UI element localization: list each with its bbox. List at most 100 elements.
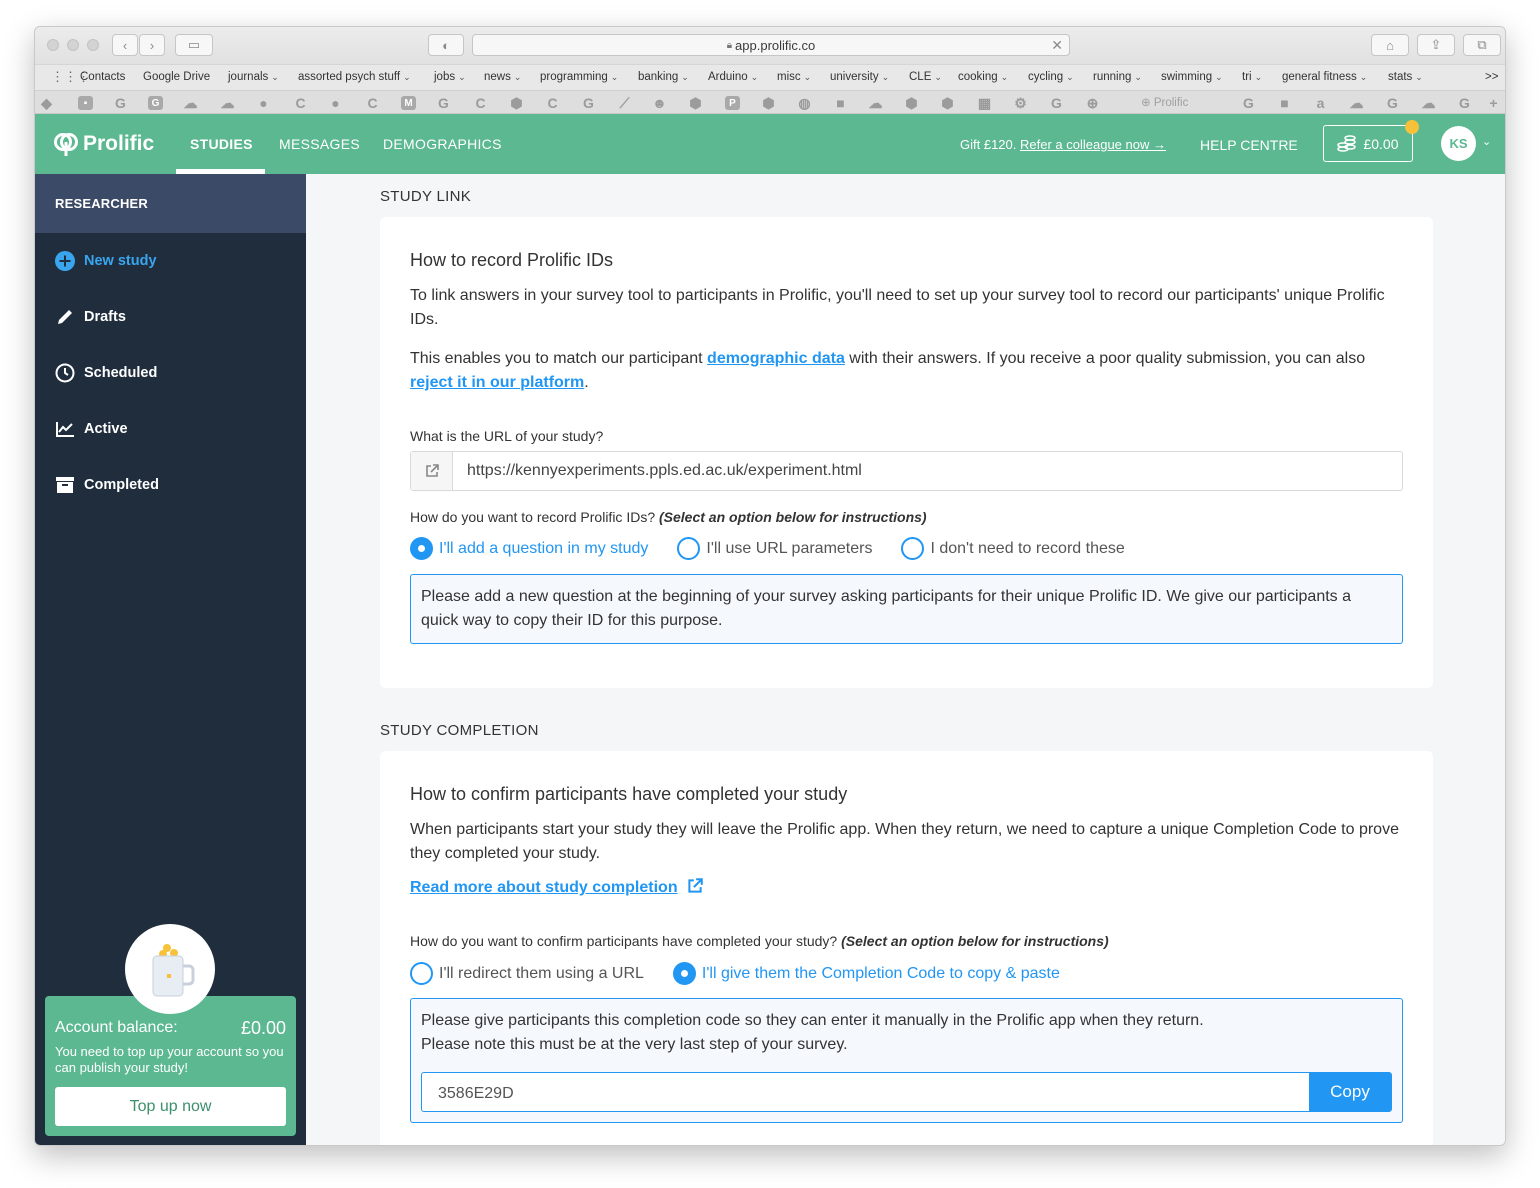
external-link-icon[interactable] — [411, 452, 453, 490]
bookmark-folder[interactable]: programming ⌄ — [540, 71, 618, 83]
reject-platform-link[interactable]: reject it in our platform — [410, 374, 584, 391]
nav-demographics[interactable]: DEMOGRAPHICS — [383, 136, 502, 152]
share-button[interactable]: ⇪ — [1417, 34, 1455, 56]
google-icon[interactable]: G — [113, 95, 128, 111]
study-url-field[interactable]: https://kennyexperiments.ppls.ed.ac.uk/e… — [410, 451, 1403, 491]
balance-button[interactable]: £0.00 — [1323, 125, 1413, 162]
tabs-overview-button[interactable]: ⧉ — [1463, 34, 1501, 56]
c-icon[interactable]: C — [545, 95, 560, 111]
amazon-icon[interactable]: a — [1313, 95, 1328, 111]
cloud-icon[interactable]: ☁ — [868, 95, 883, 111]
google-icon[interactable]: G — [581, 95, 596, 111]
bookmark-folder[interactable]: assorted psych stuff ⌄ — [298, 71, 411, 83]
back-button[interactable]: ‹ — [112, 34, 138, 56]
bookmark-contacts[interactable]: Contacts — [80, 71, 125, 83]
sidebar-toggle-button[interactable]: ▭ — [175, 34, 213, 56]
chevron-down-icon: ⌄ — [513, 72, 522, 82]
bookmark-folder[interactable]: cooking ⌄ — [958, 71, 1008, 83]
bookmark-folder[interactable]: misc ⌄ — [777, 71, 811, 83]
cloud-icon[interactable]: ☁ — [1421, 95, 1436, 111]
sidebar-item-active[interactable]: Active — [55, 418, 128, 440]
p-icon[interactable]: P — [725, 96, 740, 110]
c-icon[interactable]: C — [293, 95, 308, 111]
radio-url-parameters[interactable]: I'll use URL parameters — [677, 537, 872, 560]
bookmark-folder[interactable]: university ⌄ — [830, 71, 889, 83]
github-icon[interactable]: ● — [256, 95, 271, 111]
wand-icon[interactable]: ⟋ — [617, 95, 632, 111]
favicon-icon[interactable]: ▪ — [78, 96, 93, 110]
home-button[interactable]: ⌂ — [1371, 34, 1409, 56]
forward-button[interactable]: › — [139, 34, 165, 56]
radio-redirect-url[interactable]: I'll redirect them using a URL — [410, 962, 644, 985]
flickr-icon[interactable]: ■ — [833, 95, 848, 111]
radio-completion-code[interactable]: I'll give them the Completion Code to co… — [672, 962, 1060, 985]
bookmark-folder[interactable]: Arduino ⌄ — [708, 71, 758, 83]
gear-icon[interactable]: ⚙ — [1013, 95, 1028, 111]
sidebar-item-completed[interactable]: Completed — [55, 474, 159, 496]
chevron-down-icon[interactable]: ⌄ — [1482, 135, 1491, 148]
external-link-icon[interactable] — [686, 877, 704, 895]
help-centre-link[interactable]: HELP CENTRE — [1200, 137, 1298, 153]
bookmark-folder[interactable]: CLE ⌄ — [909, 71, 942, 83]
bookmark-folder[interactable]: jobs ⌄ — [434, 71, 466, 83]
prolific-favorite[interactable]: ⊕ Prolific — [1141, 95, 1188, 109]
nav-studies[interactable]: STUDIES — [190, 136, 253, 152]
sidebar-item-new-study[interactable]: New study — [55, 250, 157, 272]
google-icon[interactable]: G — [1457, 95, 1472, 111]
google-icon[interactable]: G — [1049, 95, 1064, 111]
cloud-icon[interactable]: ☁ — [1349, 95, 1364, 111]
avatar[interactable]: KS — [1441, 126, 1476, 161]
bookmarks-overflow-button[interactable]: >> — [1485, 71, 1498, 83]
cloud-icon[interactable]: ☁ — [220, 95, 235, 111]
c-icon[interactable]: C — [473, 95, 488, 111]
bookmark-google-drive[interactable]: Google Drive — [143, 71, 210, 83]
prolific-icon[interactable]: ⊕ — [1085, 95, 1100, 111]
gitlab-icon[interactable]: ◆ — [39, 95, 54, 111]
google-icon[interactable]: G — [436, 95, 451, 111]
m-icon[interactable]: M — [401, 96, 416, 110]
bookmark-folder[interactable]: stats ⌄ — [1388, 71, 1423, 83]
new-tab-plus-icon[interactable]: + — [1486, 95, 1501, 111]
close-window-button[interactable] — [47, 39, 59, 51]
refer-colleague-link[interactable]: Refer a colleague now → — [1020, 137, 1166, 152]
cube-icon[interactable]: ⬢ — [940, 95, 955, 111]
bookmark-folder[interactable]: news ⌄ — [484, 71, 521, 83]
zoom-window-button[interactable] — [87, 39, 99, 51]
cube-icon[interactable]: ⬢ — [509, 95, 524, 111]
top-up-button[interactable]: Top up now — [55, 1087, 286, 1126]
bookmark-folder[interactable]: running ⌄ — [1093, 71, 1142, 83]
prolific-logo[interactable]: Prolific — [53, 131, 154, 157]
cube-icon[interactable]: ⬢ — [688, 95, 703, 111]
copy-button[interactable]: Copy — [1309, 1072, 1391, 1112]
sidebar-item-drafts[interactable]: Drafts — [55, 306, 126, 328]
bookmark-folder[interactable]: banking ⌄ — [638, 71, 689, 83]
cube-icon[interactable]: ⬢ — [904, 95, 919, 111]
bookmark-folder[interactable]: cycling ⌄ — [1028, 71, 1074, 83]
globe-icon[interactable]: ◍ — [797, 95, 812, 111]
bookmark-folder[interactable]: swimming ⌄ — [1161, 71, 1223, 83]
completion-code-field[interactable]: 3586E29D Copy — [421, 1072, 1392, 1112]
google-icon[interactable]: G — [1385, 95, 1400, 111]
c-icon[interactable]: C — [365, 95, 380, 111]
grid-icon[interactable]: ▦ — [977, 95, 992, 111]
google-icon[interactable]: G — [1241, 95, 1256, 111]
minimize-window-button[interactable] — [67, 39, 79, 51]
bookmark-folder[interactable]: general fitness ⌄ — [1282, 71, 1367, 83]
google-icon[interactable]: G — [148, 96, 163, 110]
box-icon[interactable]: ⬢ — [761, 95, 776, 111]
clear-url-icon[interactable]: ✕ — [1051, 37, 1063, 54]
flickr-icon[interactable]: ■ — [1277, 95, 1292, 111]
bookmark-folder[interactable]: journals ⌄ — [228, 71, 279, 83]
sidebar-item-scheduled[interactable]: Scheduled — [55, 362, 157, 384]
radio-add-question[interactable]: I'll add a question in my study — [410, 537, 648, 560]
read-more-link[interactable]: Read more about study completion — [410, 879, 678, 896]
person-icon[interactable]: ☻ — [652, 95, 667, 111]
address-bar[interactable]: 🔒︎ app.prolific.co ✕ — [472, 34, 1070, 56]
radio-no-record[interactable]: I don't need to record these — [901, 537, 1125, 560]
github-icon[interactable]: ● — [328, 95, 343, 111]
demographic-data-link[interactable]: demographic data — [707, 350, 845, 367]
bookmark-folder[interactable]: tri ⌄ — [1242, 71, 1262, 83]
cloud-icon[interactable]: ☁ — [183, 95, 198, 111]
privacy-shield-button[interactable]: ◐ — [428, 34, 464, 56]
nav-messages[interactable]: MESSAGES — [279, 136, 360, 152]
